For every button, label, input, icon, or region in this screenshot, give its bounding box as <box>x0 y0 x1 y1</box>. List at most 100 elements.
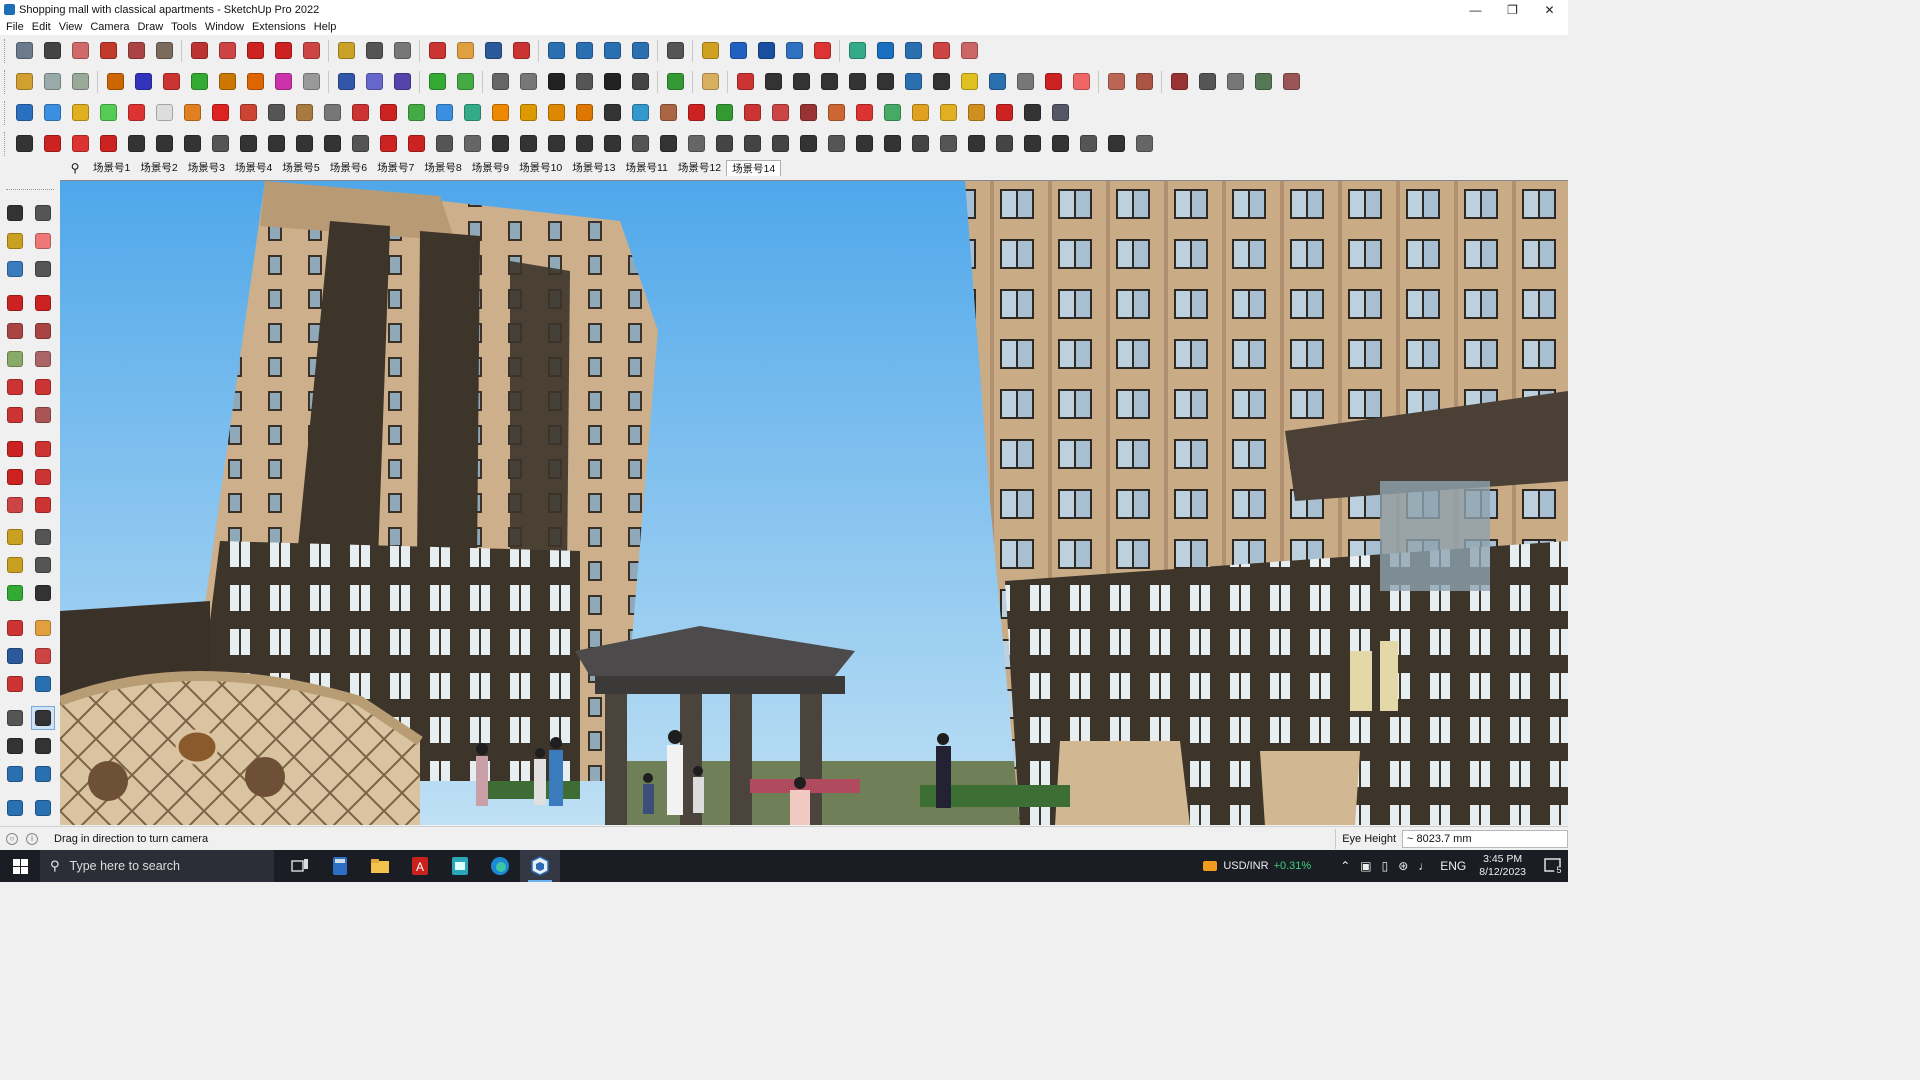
previous-view-icon[interactable] <box>31 672 55 696</box>
cone-icon[interactable] <box>459 100 485 126</box>
sandbox-stamp-icon[interactable] <box>599 38 625 64</box>
followme-tool-icon[interactable] <box>31 465 55 489</box>
section-plane-icon[interactable] <box>333 69 359 95</box>
offset-tool-icon[interactable] <box>31 493 55 517</box>
circle-tool-icon[interactable] <box>3 347 27 371</box>
zoom-window-icon[interactable] <box>31 644 55 668</box>
fan-icon[interactable] <box>1075 131 1101 157</box>
toolbar-grip[interactable] <box>4 100 7 125</box>
chain-link-icon[interactable] <box>207 131 233 157</box>
undo-icon[interactable] <box>900 38 926 64</box>
red-curve-icon[interactable] <box>403 131 429 157</box>
section-icon[interactable] <box>781 38 807 64</box>
white-plane-icon[interactable] <box>151 100 177 126</box>
tape-tool-icon[interactable] <box>3 525 27 549</box>
battery-icon[interactable]: ▯ <box>1382 859 1389 873</box>
model-viewport[interactable] <box>60 180 1568 825</box>
tilted-cube-icon[interactable] <box>235 131 261 157</box>
extension-icon[interactable] <box>725 38 751 64</box>
rotate-tool-icon[interactable] <box>3 465 27 489</box>
scene-tab[interactable]: 场景号7 <box>372 160 419 176</box>
pan-nav-icon[interactable] <box>31 616 55 640</box>
tape-measure-icon[interactable] <box>333 38 359 64</box>
scissors-icon[interactable] <box>95 131 121 157</box>
orbit-tool-icon[interactable] <box>31 201 55 225</box>
arc-tool-icon[interactable] <box>3 375 27 399</box>
comb-icon[interactable] <box>1047 131 1073 157</box>
frame-icon[interactable] <box>879 100 905 126</box>
dots-icon[interactable] <box>1019 100 1045 126</box>
shell-icon[interactable] <box>571 131 597 157</box>
two-point-arc-icon[interactable] <box>31 375 55 399</box>
section-plane-tool-icon[interactable] <box>3 762 27 786</box>
3d-text-tool-icon[interactable] <box>31 581 55 605</box>
helix-icon[interactable] <box>767 131 793 157</box>
eraser-icon[interactable] <box>67 38 93 64</box>
house-6-icon[interactable] <box>627 69 653 95</box>
menu-extensions[interactable]: Extensions <box>248 21 310 33</box>
section-fill-icon[interactable] <box>809 38 835 64</box>
freehand-tool-icon[interactable] <box>31 291 55 315</box>
scale-tool-icon[interactable] <box>3 493 27 517</box>
spiral-icon[interactable] <box>1012 69 1038 95</box>
tube-icon[interactable] <box>291 131 317 157</box>
menu-view[interactable]: View <box>55 21 87 33</box>
textured-icon[interactable] <box>242 69 268 95</box>
green-plane-icon[interactable] <box>95 100 121 126</box>
start-button[interactable] <box>0 850 40 882</box>
roof-icon[interactable] <box>823 131 849 157</box>
columns-icon[interactable] <box>963 131 989 157</box>
pencil-red-icon[interactable] <box>732 69 758 95</box>
section-display-icon[interactable] <box>389 69 415 95</box>
spring-icon[interactable] <box>263 131 289 157</box>
scene-tab[interactable]: 场景号11 <box>620 160 672 176</box>
menu-camera[interactable]: Camera <box>86 21 133 33</box>
bezier-icon[interactable] <box>347 100 373 126</box>
menu-draw[interactable]: Draw <box>133 21 167 33</box>
rays-icon[interactable] <box>683 131 709 157</box>
axes-tool-icon[interactable] <box>3 581 27 605</box>
square-icon[interactable] <box>431 131 457 157</box>
parallelogram-icon[interactable] <box>872 69 898 95</box>
footprints-icon[interactable] <box>3 734 27 758</box>
rotate-orange-icon[interactable] <box>179 100 205 126</box>
calculator-app-icon[interactable] <box>320 850 360 882</box>
loop-icon[interactable] <box>599 100 625 126</box>
minimize-icon[interactable]: — <box>1457 0 1494 19</box>
grid-icon[interactable] <box>1250 69 1276 95</box>
yellow-plane-icon[interactable] <box>67 100 93 126</box>
arch-icon[interactable] <box>543 131 569 157</box>
toolbar-grip[interactable] <box>4 38 7 63</box>
line-tool-icon[interactable] <box>3 291 27 315</box>
menu-help[interactable]: Help <box>310 21 341 33</box>
sandbox-stack-icon[interactable] <box>3 796 27 820</box>
gear-icon[interactable] <box>123 131 149 157</box>
grid-gold-icon[interactable] <box>963 100 989 126</box>
striped-icon[interactable] <box>235 100 261 126</box>
vcb-input[interactable]: ~ 8023.7 mm <box>1402 830 1568 848</box>
dome-icon[interactable] <box>599 131 625 157</box>
xray-icon[interactable] <box>102 69 128 95</box>
circle-icon[interactable] <box>788 69 814 95</box>
dialog-icon[interactable] <box>1047 100 1073 126</box>
house-3-icon[interactable] <box>543 69 569 95</box>
cone-gray-icon[interactable] <box>459 131 485 157</box>
red-plane-icon[interactable] <box>123 100 149 126</box>
file-explorer-app-icon[interactable] <box>360 850 400 882</box>
curve-icon[interactable] <box>39 131 65 157</box>
scene-tab[interactable]: 场景号13 <box>567 160 620 176</box>
back-edges-icon[interactable] <box>130 69 156 95</box>
diamond-icon[interactable] <box>851 100 877 126</box>
lattice-icon[interactable] <box>935 131 961 157</box>
scene-tab[interactable]: 场景号9 <box>467 160 514 176</box>
scale-icon[interactable] <box>298 38 324 64</box>
house-1-icon[interactable] <box>487 69 513 95</box>
material-2-icon[interactable] <box>1131 69 1157 95</box>
house-5-icon[interactable] <box>599 69 625 95</box>
sweep-icon[interactable] <box>711 131 737 157</box>
house-4-icon[interactable] <box>571 69 597 95</box>
cube-icon[interactable] <box>179 131 205 157</box>
blue-x-icon[interactable] <box>431 100 457 126</box>
frame-gray-icon[interactable] <box>627 131 653 157</box>
dimension-tool-icon[interactable] <box>31 525 55 549</box>
